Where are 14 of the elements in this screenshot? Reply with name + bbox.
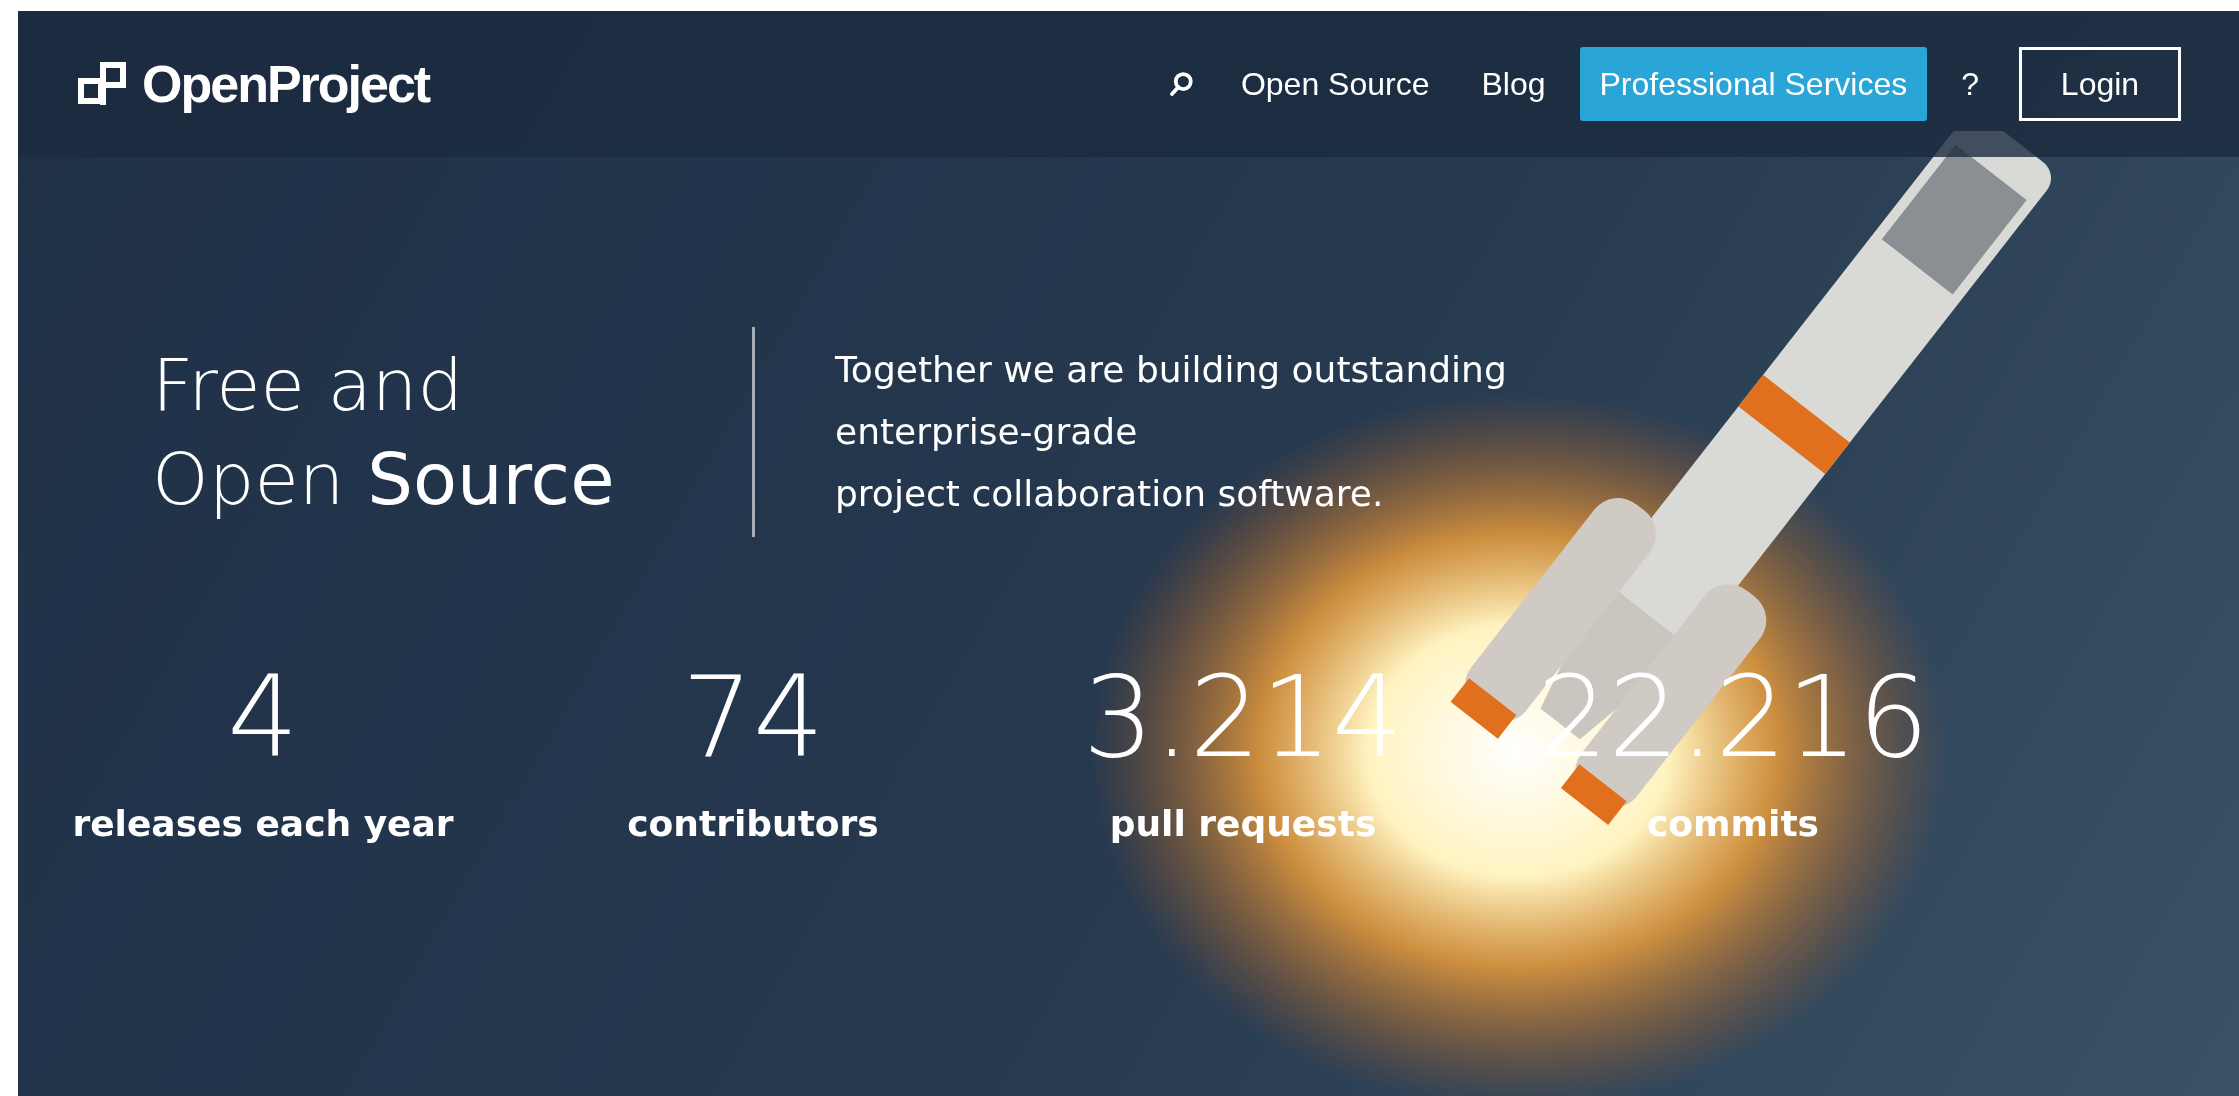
nav-link[interactable]: ? [1935, 60, 2005, 108]
hero-tagline: Together we are building outstanding enterprise-grade project collaboration software. [835, 348, 1507, 516]
stat-label: contributors [627, 802, 879, 846]
nav-link[interactable]: Open Source [1214, 60, 1456, 108]
nav-link[interactable]: Blog [1455, 60, 1572, 108]
logo-wordmark: OpenProject [142, 54, 430, 115]
login-button[interactable]: Login [2019, 47, 2181, 121]
stat-label: commits [1646, 802, 1820, 846]
stat-label: pull requests [1109, 802, 1377, 846]
stat-number: 22.216 [1537, 657, 1929, 777]
stat-label: releases each year [72, 802, 454, 846]
stat-number: 4 [227, 657, 299, 777]
hero-heading: Free and Open Source [152, 342, 616, 523]
stat-number: 74 [681, 657, 825, 777]
